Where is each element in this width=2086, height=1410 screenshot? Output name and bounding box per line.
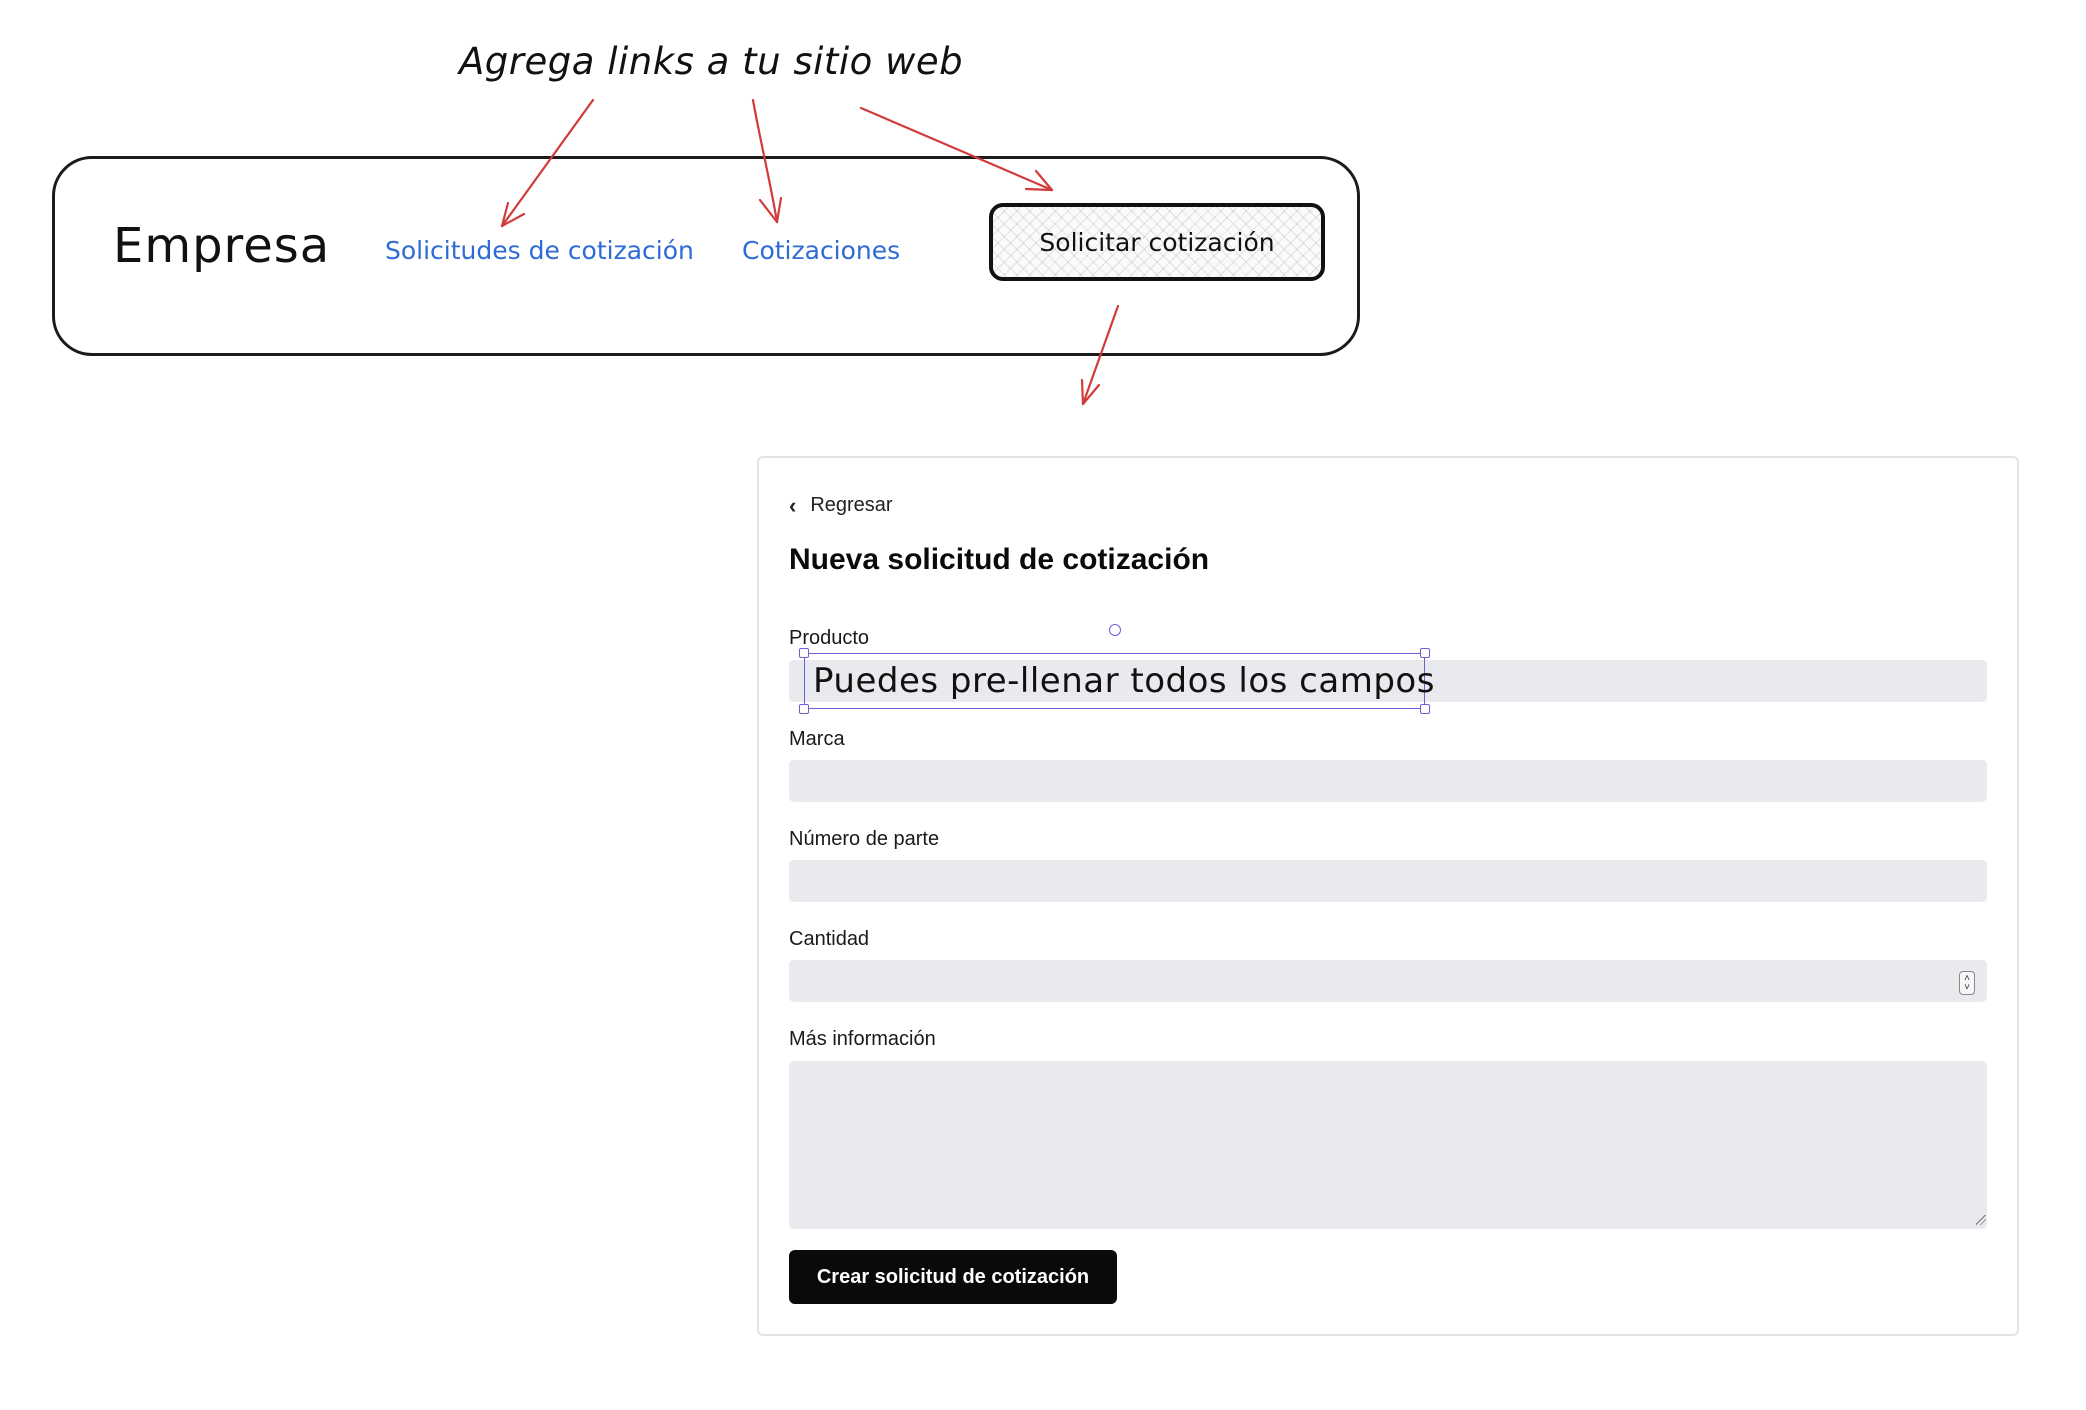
quantity-stepper[interactable]: ˄ ˅	[1959, 971, 1975, 995]
nav-link-solicitudes[interactable]: Solicitudes de cotización	[385, 236, 694, 265]
rotate-handle-icon[interactable]	[1109, 624, 1121, 636]
resize-handle-top-left[interactable]	[799, 648, 809, 658]
chevron-left-icon: ‹	[789, 492, 797, 518]
marca-input[interactable]	[789, 760, 1987, 802]
resize-grip-icon[interactable]	[1976, 1215, 1986, 1225]
cantidad-input[interactable]	[789, 960, 1987, 1002]
back-label: Regresar	[810, 494, 893, 516]
resize-handle-bottom-right[interactable]	[1420, 704, 1430, 714]
resize-handle-bottom-left[interactable]	[799, 704, 809, 714]
mas-informacion-textarea[interactable]	[789, 1061, 1987, 1229]
field-label-producto: Producto	[789, 627, 870, 649]
field-label-cantidad: Cantidad	[789, 928, 870, 950]
chevron-down-icon: ˅	[1964, 982, 1970, 993]
form-title: Nueva solicitud de cotización	[789, 543, 1210, 576]
field-label-numero-parte: Número de parte	[789, 828, 940, 850]
annotation-title: Agrega links a tu sitio web	[459, 40, 964, 83]
prefill-annotation-text[interactable]: Puedes pre-llenar todos los campos	[804, 653, 1434, 709]
resize-handle-top-right[interactable]	[1420, 648, 1430, 658]
create-quote-request-button[interactable]: Crear solicitud de cotización	[789, 1250, 1117, 1304]
nav-link-cotizaciones[interactable]: Cotizaciones	[742, 236, 900, 265]
field-label-marca: Marca	[789, 728, 845, 750]
numero-parte-input[interactable]	[789, 860, 1987, 902]
request-quote-button[interactable]: Solicitar cotización	[989, 203, 1325, 281]
field-label-mas-informacion: Más información	[789, 1028, 936, 1050]
back-link[interactable]: ‹ Regresar	[789, 494, 893, 517]
brand-logo: Empresa	[113, 218, 331, 274]
